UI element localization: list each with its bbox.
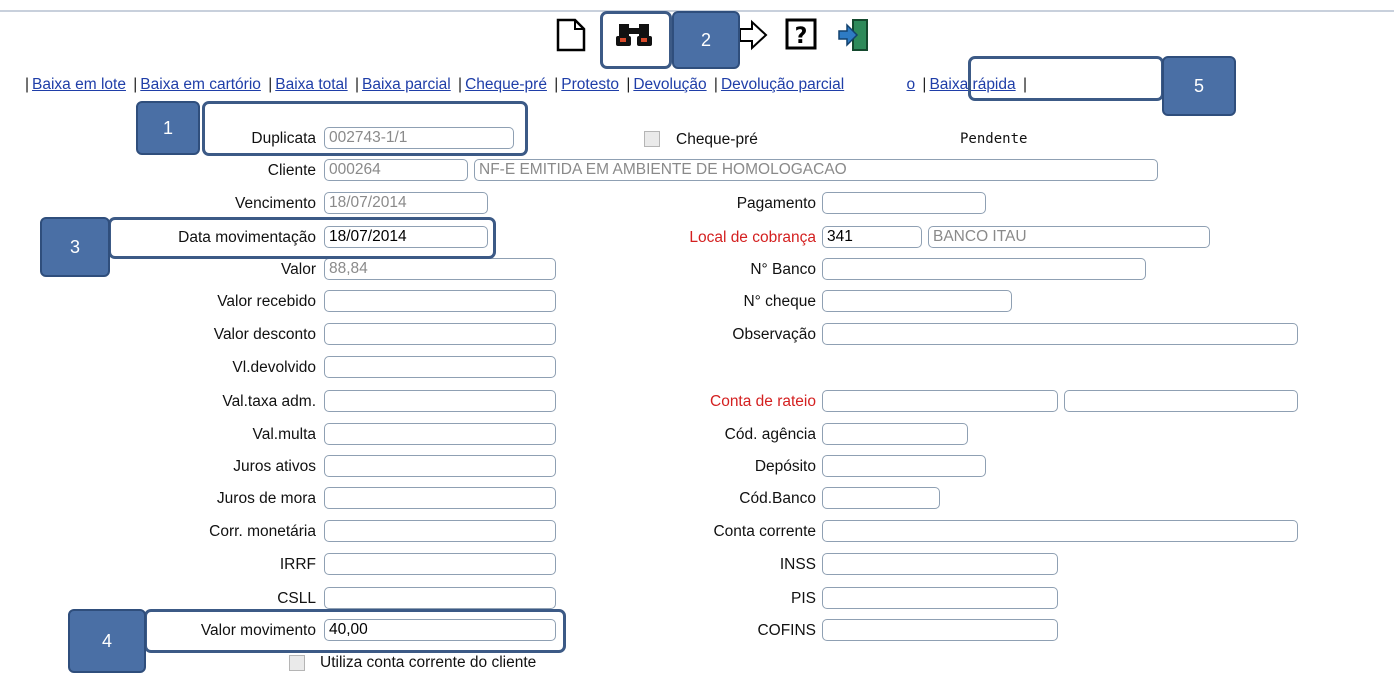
cheque-pre-checkbox[interactable] bbox=[644, 131, 660, 147]
arrow-next-icon[interactable] bbox=[737, 18, 769, 52]
separator: | bbox=[354, 76, 359, 93]
pis-field[interactable] bbox=[822, 587, 1058, 609]
new-document-icon[interactable] bbox=[555, 18, 587, 52]
local-cobranca-code-field[interactable] bbox=[822, 226, 922, 248]
juros-ativos-field[interactable] bbox=[324, 455, 556, 477]
highlight-duplicata bbox=[202, 101, 528, 156]
n-cheque-field[interactable] bbox=[822, 290, 1012, 312]
cod-agencia-label: Cód. agência bbox=[724, 426, 816, 443]
callout-2: 2 bbox=[672, 11, 740, 69]
utiliza-conta-corrente-label: Utiliza conta corrente do cliente bbox=[320, 654, 537, 671]
valor-label: Valor bbox=[280, 261, 316, 278]
n-banco-label: N° Banco bbox=[750, 261, 816, 278]
csll-field[interactable] bbox=[324, 587, 556, 609]
cliente-name-field[interactable] bbox=[474, 159, 1158, 181]
separator: | bbox=[922, 76, 927, 93]
cliente-code-field[interactable] bbox=[324, 159, 468, 181]
link-baixa-em-lote[interactable]: Baixa em lote bbox=[32, 76, 126, 93]
observacao-field[interactable] bbox=[822, 323, 1298, 345]
valor-field[interactable] bbox=[324, 258, 556, 280]
inss-field[interactable] bbox=[822, 553, 1058, 575]
link-devolucao-parcial[interactable]: Devolução parcial bbox=[721, 76, 844, 93]
pagamento-label: Pagamento bbox=[736, 195, 816, 212]
action-links-bar: | Baixa em lote | Baixa em cartório | Baixa… bbox=[22, 76, 1030, 94]
separator: | bbox=[268, 76, 273, 93]
vencimento-label: Vencimento bbox=[235, 195, 316, 212]
conta-corrente-field[interactable] bbox=[822, 520, 1298, 542]
cofins-label: COFINS bbox=[757, 622, 816, 639]
irrf-field[interactable] bbox=[324, 553, 556, 575]
vl-devolvido-field[interactable] bbox=[324, 356, 556, 378]
callout-5: 5 bbox=[1162, 56, 1236, 116]
separator: | bbox=[626, 76, 631, 93]
cofins-field[interactable] bbox=[822, 619, 1058, 641]
conta-rateio-label: Conta de rateio bbox=[710, 393, 816, 410]
highlight-devolucao-parcial bbox=[968, 56, 1164, 101]
val-taxa-adm-field[interactable] bbox=[324, 390, 556, 412]
val-taxa-adm-label: Val.taxa adm. bbox=[222, 393, 316, 410]
separator: | bbox=[133, 76, 138, 93]
cod-banco-field[interactable] bbox=[822, 487, 940, 509]
status-text: Pendente bbox=[960, 131, 1028, 147]
exit-icon[interactable] bbox=[837, 18, 869, 52]
csll-label: CSLL bbox=[277, 590, 316, 607]
corr-monetaria-label: Corr. monetária bbox=[209, 523, 316, 540]
local-cobranca-name-field[interactable] bbox=[928, 226, 1210, 248]
juros-mora-field[interactable] bbox=[324, 487, 556, 509]
pis-label: PIS bbox=[791, 590, 816, 607]
inss-label: INSS bbox=[779, 556, 816, 573]
deposito-label: Depósito bbox=[754, 458, 816, 475]
separator: | bbox=[554, 76, 559, 93]
corr-monetaria-field[interactable] bbox=[324, 520, 556, 542]
valor-recebido-label: Valor recebido bbox=[217, 293, 316, 310]
link-protesto[interactable]: Protesto bbox=[561, 76, 619, 93]
separator: | bbox=[458, 76, 463, 93]
callout-1: 1 bbox=[136, 101, 200, 155]
deposito-field[interactable] bbox=[822, 455, 986, 477]
juros-mora-label: Juros de mora bbox=[216, 490, 316, 507]
conta-rateio-field-1[interactable] bbox=[822, 390, 1058, 412]
local-cobranca-label: Local de cobrança bbox=[689, 229, 816, 246]
help-icon[interactable]: ? bbox=[785, 18, 817, 52]
juros-ativos-label: Juros ativos bbox=[233, 458, 316, 475]
link-partially-hidden[interactable]: o bbox=[906, 76, 915, 93]
pagamento-field[interactable] bbox=[822, 192, 986, 214]
svg-text:?: ? bbox=[795, 24, 808, 49]
link-cheque-pre[interactable]: Cheque-pré bbox=[465, 76, 547, 93]
vencimento-field[interactable] bbox=[324, 192, 488, 214]
n-banco-field[interactable] bbox=[822, 258, 1146, 280]
cliente-label: Cliente bbox=[267, 162, 316, 179]
irrf-label: IRRF bbox=[279, 556, 316, 573]
val-multa-field[interactable] bbox=[324, 423, 556, 445]
callout-4: 4 bbox=[68, 609, 146, 673]
valor-desconto-label: Valor desconto bbox=[213, 326, 316, 343]
link-baixa-total[interactable]: Baixa total bbox=[275, 76, 347, 93]
observacao-label: Observação bbox=[732, 326, 816, 343]
vl-devolvido-label: Vl.devolvido bbox=[232, 359, 316, 376]
cod-banco-label: Cód.Banco bbox=[739, 490, 816, 507]
highlight-valor-movimento bbox=[144, 609, 566, 653]
conta-corrente-label: Conta corrente bbox=[713, 523, 816, 540]
link-devolucao[interactable]: Devolução bbox=[633, 76, 706, 93]
utiliza-conta-corrente-checkbox[interactable] bbox=[289, 655, 305, 671]
valor-desconto-field[interactable] bbox=[324, 323, 556, 345]
cod-agencia-field[interactable] bbox=[822, 423, 968, 445]
separator: | bbox=[713, 76, 718, 93]
cheque-pre-label: Cheque-pré bbox=[676, 131, 758, 148]
callout-3: 3 bbox=[40, 217, 110, 277]
highlight-search bbox=[600, 11, 672, 69]
valor-recebido-field[interactable] bbox=[324, 290, 556, 312]
highlight-data-movimentacao bbox=[108, 217, 496, 259]
n-cheque-label: N° cheque bbox=[743, 293, 816, 310]
conta-rateio-field-2[interactable] bbox=[1064, 390, 1298, 412]
separator: | bbox=[25, 76, 30, 93]
val-multa-label: Val.multa bbox=[252, 426, 316, 443]
link-baixa-parcial[interactable]: Baixa parcial bbox=[362, 76, 451, 93]
link-baixa-em-cartorio[interactable]: Baixa em cartório bbox=[140, 76, 261, 93]
